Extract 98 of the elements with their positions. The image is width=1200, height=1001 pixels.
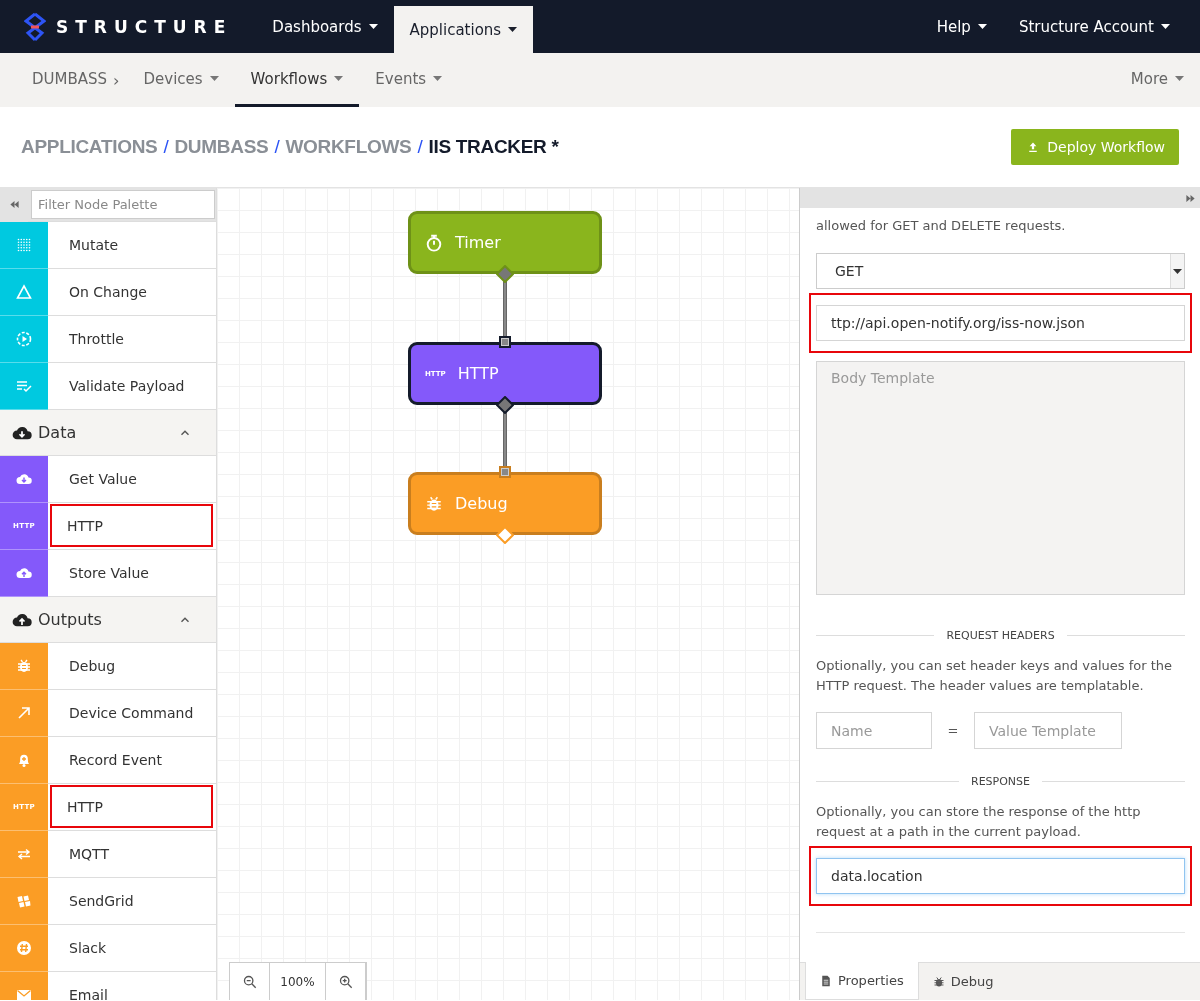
palette-item-label: SendGrid bbox=[68, 891, 135, 911]
palette-item-label: Record Event bbox=[68, 750, 163, 770]
palette-item[interactable]: Get Value bbox=[0, 456, 216, 503]
nav-menu[interactable]: Structure Account bbox=[1002, 0, 1186, 53]
palette-item[interactable]: SendGrid bbox=[0, 878, 216, 925]
node-label: Debug bbox=[455, 494, 508, 513]
palette-item[interactable]: Validate Payload bbox=[0, 363, 216, 410]
panel-tab[interactable]: Debug bbox=[918, 963, 1008, 1000]
node-label: HTTP bbox=[457, 364, 499, 383]
group-header[interactable]: Data bbox=[0, 410, 216, 456]
palette-item-label: On Change bbox=[68, 282, 148, 302]
palette-item-label: Email bbox=[68, 985, 109, 1000]
palette-item[interactable]: Store Value bbox=[0, 550, 216, 597]
nav-menu[interactable]: Help bbox=[920, 0, 1003, 53]
group-title: Data bbox=[38, 423, 78, 442]
breadcrumb-separator: / bbox=[417, 136, 423, 158]
group-header[interactable]: Outputs bbox=[0, 597, 216, 643]
bug-icon bbox=[16, 658, 32, 674]
palette-item[interactable]: Throttle bbox=[0, 316, 216, 363]
upload-icon bbox=[1027, 141, 1040, 153]
url-field[interactable]: ttp://api.open-notify.org/iss-now.json bbox=[816, 305, 1185, 341]
cloud-download-icon bbox=[16, 471, 32, 487]
nav-tab[interactable]: Applications bbox=[393, 6, 534, 53]
stopwatch-icon bbox=[425, 233, 443, 252]
breadcrumb-separator: / bbox=[163, 136, 169, 158]
palette-item-label: Store Value bbox=[68, 563, 150, 583]
caret-icon bbox=[368, 24, 378, 29]
input-port[interactable] bbox=[498, 335, 512, 349]
checklist-icon bbox=[16, 378, 32, 394]
body-template-field[interactable]: Body Template bbox=[816, 361, 1185, 595]
response-path-field[interactable]: data.location bbox=[816, 858, 1185, 894]
palette-item[interactable]: MQTT bbox=[0, 831, 216, 878]
breadcrumb-separator: › bbox=[113, 69, 121, 92]
palette-item-label: Throttle bbox=[68, 329, 125, 349]
palette-item-label: Device Command bbox=[68, 703, 195, 723]
palette-item[interactable]: Debug bbox=[0, 643, 216, 690]
palette-item[interactable]: Device Command bbox=[0, 690, 216, 737]
palette-item-label: HTTP bbox=[50, 504, 213, 547]
node-label: Timer bbox=[455, 233, 501, 252]
caret-icon bbox=[977, 24, 987, 29]
palette-item[interactable]: Record Event bbox=[0, 737, 216, 784]
input-port[interactable] bbox=[498, 465, 512, 479]
help-text: Optionally, you can set header keys and values for the HTTP request. The header values are templatable. bbox=[816, 657, 1173, 695]
breadcrumb-separator: / bbox=[274, 136, 280, 158]
palette-item-label: Slack bbox=[68, 938, 108, 958]
logo-text: STRUCTURE bbox=[56, 16, 233, 37]
filter-field[interactable]: Filter Node Palette bbox=[31, 190, 215, 219]
help-text: allowed for GET and DELETE requests. bbox=[816, 217, 1067, 235]
bug-icon bbox=[425, 494, 443, 513]
swap-arrows-icon bbox=[16, 846, 32, 862]
caret-icon bbox=[1161, 24, 1170, 29]
hash-circle-icon bbox=[16, 940, 32, 956]
palette-item-label: Get Value bbox=[68, 469, 138, 489]
palette-item-label: MQTT bbox=[68, 844, 110, 864]
header-value-field[interactable]: Value Template bbox=[974, 712, 1122, 749]
palette-item-label: Debug bbox=[68, 656, 117, 676]
palette-item-label: Mutate bbox=[68, 235, 120, 255]
caret-icon bbox=[209, 76, 219, 81]
caret-icon bbox=[433, 76, 443, 81]
caret-icon bbox=[334, 76, 344, 81]
sub-nav-tab[interactable]: Devices bbox=[127, 53, 235, 107]
breadcrumb-item: IIS TRACKER * bbox=[428, 136, 559, 158]
logo-icon bbox=[24, 11, 46, 42]
header-name-field[interactable]: Name bbox=[816, 712, 932, 749]
equals-sign: = bbox=[946, 723, 960, 738]
cloud-upload-icon bbox=[16, 565, 32, 581]
grid-squares-icon bbox=[16, 893, 32, 909]
collapse-left-icon bbox=[8, 199, 20, 210]
more-menu[interactable]: More bbox=[1114, 53, 1200, 107]
arrow-icon bbox=[16, 705, 32, 721]
file-icon bbox=[820, 974, 832, 987]
panel-tab[interactable]: Properties bbox=[805, 962, 919, 1000]
collapse-right-icon bbox=[1185, 192, 1196, 204]
method-select[interactable]: GET bbox=[816, 253, 1185, 289]
bug-icon bbox=[932, 975, 945, 988]
palette-item[interactable]: On Change bbox=[0, 269, 216, 316]
bell-icon bbox=[16, 752, 32, 768]
triangle-icon bbox=[16, 284, 32, 300]
nav-tab[interactable]: Dashboards bbox=[256, 0, 394, 53]
zoom-out-icon bbox=[242, 974, 257, 989]
output-port[interactable] bbox=[496, 396, 514, 414]
palette-item[interactable]: Slack bbox=[0, 925, 216, 972]
group-title: Outputs bbox=[38, 610, 103, 629]
caret-icon bbox=[508, 27, 518, 32]
caret-icon bbox=[1175, 76, 1184, 81]
section-title: RESPONSE bbox=[971, 775, 1030, 788]
help-text: Optionally, you can store the response of the http request at a path in the current payload. bbox=[816, 803, 1142, 841]
caret-icon bbox=[1173, 268, 1182, 274]
palette-item-label: HTTP bbox=[50, 785, 213, 828]
zoom-in-icon bbox=[338, 974, 353, 989]
section-title: REQUEST HEADERS bbox=[946, 629, 1055, 642]
palette-item[interactable]: Mutate bbox=[0, 222, 216, 269]
play-circle-icon bbox=[16, 331, 32, 347]
sub-nav-tab[interactable]: Events bbox=[359, 53, 459, 107]
dot-grid-icon bbox=[16, 237, 32, 253]
palette-item-label: Validate Payload bbox=[68, 376, 186, 396]
sub-nav-tab[interactable]: Workflows bbox=[234, 53, 360, 107]
collapse-button[interactable] bbox=[1185, 192, 1196, 204]
